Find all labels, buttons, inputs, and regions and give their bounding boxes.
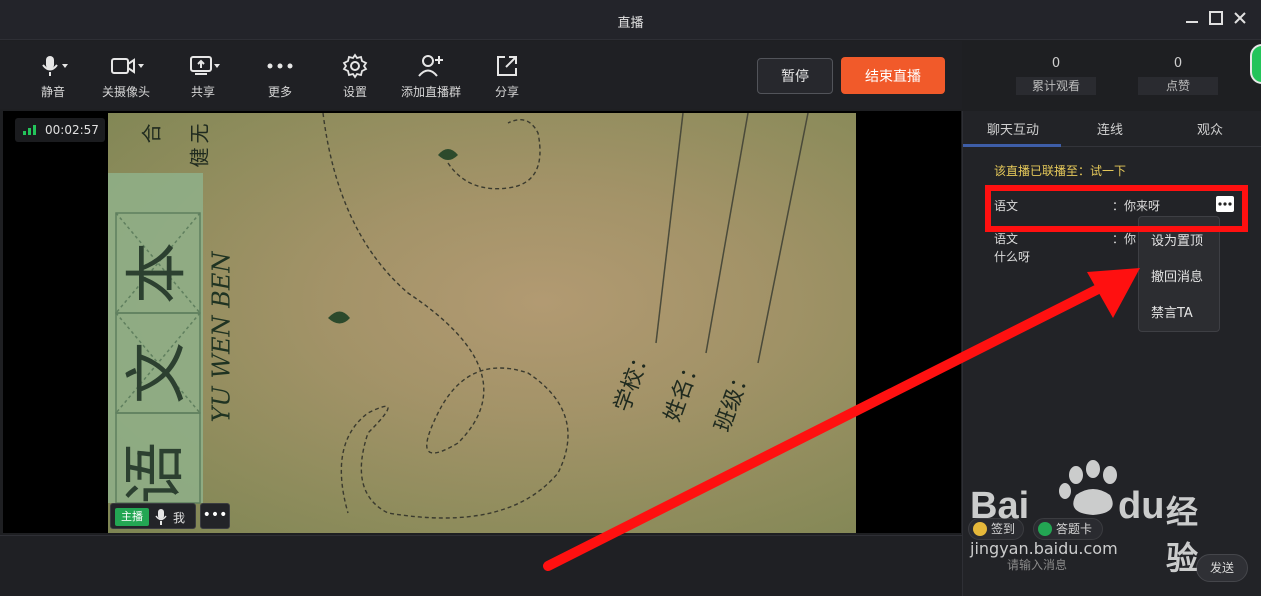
add-group-button[interactable]: 添加直播群 <box>391 53 471 100</box>
signal-icon <box>23 125 36 135</box>
share-screen-button[interactable]: 共享 <box>163 53 243 100</box>
cover-title-char-1: 语 <box>118 441 192 505</box>
host-name: 我 <box>173 511 186 525</box>
minimize-icon[interactable] <box>1183 9 1201 27</box>
highlight-box <box>985 185 1248 232</box>
avatar[interactable] <box>1250 44 1261 84</box>
title-bar: 直播 <box>0 0 1261 40</box>
message-2-continuation: 什么呀 <box>994 250 1031 264</box>
menu-recall-message[interactable]: 撤回消息 <box>1151 266 1203 285</box>
window-title: 直播 <box>617 16 644 31</box>
close-icon[interactable] <box>1231 9 1249 27</box>
tab-connect[interactable]: 连线 <box>1097 119 1123 138</box>
tab-chat[interactable]: 聊天互动 <box>987 119 1039 138</box>
likes-stat: 0 点赞 <box>1138 56 1218 95</box>
cover-pinyin: YU WEN BEN <box>207 251 236 423</box>
views-count: 0 <box>1051 56 1061 71</box>
bottom-bar <box>0 535 962 596</box>
cover-title-char-3: 本 <box>120 241 194 305</box>
camera-icon <box>111 58 144 74</box>
camera-off-button[interactable]: 关摄像头 <box>86 53 166 100</box>
microphone-small-icon <box>155 509 167 525</box>
menu-mute-user[interactable]: 禁言TA <box>1151 302 1193 321</box>
live-timer: 00:02:57 <box>15 118 105 142</box>
gear-icon <box>342 53 368 79</box>
baidu-watermark: Bai du 经验 jingyan.baidu.com <box>968 455 1228 577</box>
watermark-cn: 经验 <box>1166 493 1199 577</box>
host-tag: 主播 <box>115 508 149 526</box>
timer-text: 00:02:57 <box>45 123 99 137</box>
more-button[interactable]: 更多 <box>240 53 320 100</box>
mute-button[interactable]: 静音 <box>13 53 93 100</box>
camera-feed: 语 文 本 YU WEN BEN 合 无 健 学校： 姓名： 班级： <box>108 113 856 533</box>
menu-pin-message[interactable]: 设为置顶 <box>1151 230 1203 249</box>
watermark-brand-2: du <box>1118 485 1165 527</box>
share-icon <box>497 56 517 76</box>
likes-label: 点赞 <box>1138 77 1218 95</box>
video-more-button[interactable]: ••• <box>200 503 230 529</box>
active-tab-indicator <box>963 144 1061 147</box>
views-stat: 0 累计观看 <box>1016 56 1096 95</box>
message-context-menu: 设为置顶 撤回消息 禁言TA <box>1138 216 1220 332</box>
message-2-text: ：你 <box>1112 232 1137 246</box>
watermark-brand: Bai <box>970 485 1030 527</box>
likes-count: 0 <box>1173 56 1183 71</box>
relay-notice: 该直播已联播至：试一下 <box>994 164 1127 178</box>
message-2-sender: 语文 <box>994 232 1019 246</box>
pause-button[interactable]: 暂停 <box>757 58 833 94</box>
maximize-icon[interactable] <box>1207 9 1225 27</box>
views-label: 累计观看 <box>1016 77 1096 95</box>
microphone-icon <box>42 56 68 76</box>
more-icon <box>267 63 293 69</box>
cover-corner-2: 无 <box>187 123 212 144</box>
tab-audience[interactable]: 观众 <box>1197 119 1223 138</box>
end-live-button[interactable]: 结束直播 <box>841 57 945 94</box>
watermark-url: jingyan.baidu.com <box>970 539 1118 558</box>
host-chip[interactable]: 主播 我 <box>110 503 196 529</box>
share-button[interactable]: 分享 <box>467 53 547 100</box>
screen-share-icon <box>190 56 220 75</box>
cover-title-char-2: 文 <box>120 341 194 405</box>
panel-tabs: 聊天互动 连线 观众 <box>963 111 1261 147</box>
add-group-icon <box>418 55 443 77</box>
cover-corner-3: 健 <box>187 147 212 168</box>
cover-corner-1: 合 <box>139 123 164 144</box>
settings-button[interactable]: 设置 <box>315 53 395 100</box>
